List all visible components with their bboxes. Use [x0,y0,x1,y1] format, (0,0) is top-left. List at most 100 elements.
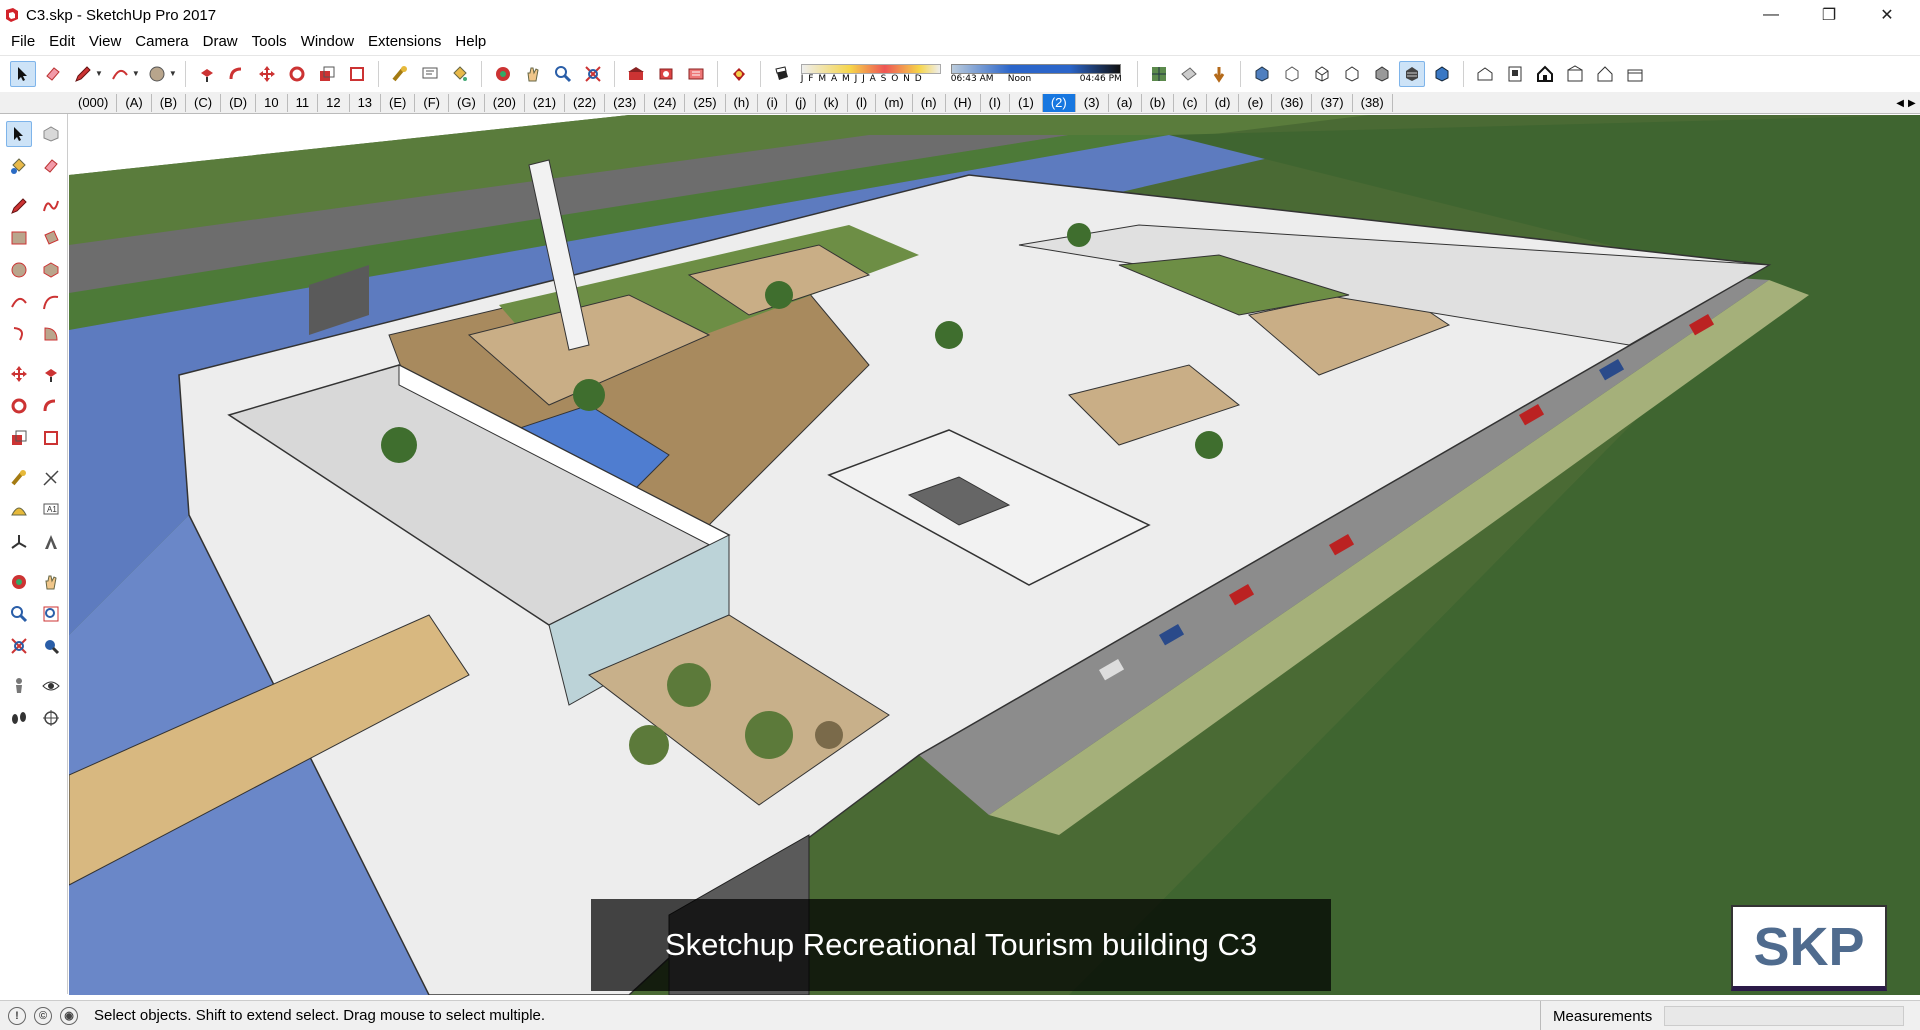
scene-tab[interactable]: (c) [1174,93,1207,112]
credits-icon[interactable]: © [34,1006,52,1025]
back-edges-button[interactable] [1279,61,1305,87]
scene-tab[interactable]: 12 [318,93,350,112]
scene-tab[interactable]: (20) [485,93,525,112]
look-around-tool[interactable] [38,673,64,699]
scene-tab[interactable]: (000) [70,93,118,112]
follow-me-tool[interactable] [38,393,64,419]
arc-tool-button[interactable] [107,61,133,87]
sandbox-from-contours-button[interactable] [1146,61,1172,87]
make-component-tool[interactable] [38,121,64,147]
paint-bucket-tool-button[interactable] [447,61,473,87]
geo-location-icon[interactable]: ! [8,1006,26,1025]
pan-tool[interactable] [38,569,64,595]
paint-bucket-tool[interactable] [6,153,32,179]
text-tool-button[interactable] [417,61,443,87]
warehouse-button[interactable] [623,61,649,87]
arc-tool[interactable] [6,289,32,315]
iso-view-button[interactable] [1472,61,1498,87]
scene-tab[interactable]: 11 [288,93,319,112]
orbit-tool[interactable] [6,569,32,595]
location-button[interactable] [1206,61,1232,87]
offset-tool-button[interactable] [344,61,370,87]
dimension-tool[interactable] [38,465,64,491]
close-button[interactable]: ✕ [1858,0,1916,30]
user-account-icon[interactable]: ◉ [60,1006,78,1025]
dropdown-arrow-icon[interactable]: ▼ [169,69,177,78]
measurements-input[interactable] [1664,1006,1904,1026]
scene-tab[interactable]: (I) [981,93,1010,112]
scene-tab[interactable]: (k) [816,93,848,112]
zoom-extents-tool[interactable] [6,633,32,659]
scene-tab[interactable]: (37) [1312,93,1353,112]
share-model-button[interactable] [653,61,679,87]
scene-tab[interactable]: (C) [186,93,222,112]
scene-tab[interactable]: (e) [1239,93,1273,112]
scene-tab[interactable]: (25) [685,93,726,112]
three-point-arc-tool[interactable] [6,321,32,347]
select-tool[interactable] [6,121,32,147]
scene-tab[interactable]: (21) [525,93,566,112]
scene-tab[interactable]: (22) [565,93,606,112]
walk-tool[interactable] [6,705,32,731]
right-view-button[interactable] [1562,61,1588,87]
offset-tool[interactable] [38,425,64,451]
rotate-tool-button[interactable] [284,61,310,87]
scene-tab[interactable]: (d) [1207,93,1240,112]
push-pull-tool-button[interactable] [194,61,220,87]
menu-draw[interactable]: Draw [196,31,245,53]
display-shadows-button[interactable] [769,61,795,87]
hidden-line-button[interactable] [1339,61,1365,87]
zoom-tool[interactable] [6,601,32,627]
scene-tab[interactable]: (i) [758,93,787,112]
shadow-date-slider[interactable] [800,63,941,74]
front-view-button[interactable] [1532,61,1558,87]
3d-text-tool[interactable] [38,529,64,555]
pan-tool-button[interactable] [520,61,546,87]
scene-tab[interactable]: (A) [117,93,152,112]
menu-edit[interactable]: Edit [42,31,82,53]
shadow-time-slider[interactable] [950,63,1121,74]
menu-window[interactable]: Window [294,31,361,53]
freehand-tool[interactable] [38,193,64,219]
eraser-tool[interactable] [38,153,64,179]
move-tool-button[interactable] [254,61,280,87]
monochrome-button[interactable] [1429,61,1455,87]
scene-tab[interactable]: (F) [415,93,449,112]
tape-measure-tool[interactable] [6,465,32,491]
shaded-with-textures-button[interactable] [1398,60,1425,87]
rotate-tool[interactable] [6,393,32,419]
text-tool[interactable]: A1 [38,497,64,523]
position-camera-tool[interactable] [6,673,32,699]
minimize-button[interactable]: — [1742,0,1800,30]
scene-tab[interactable]: (m) [876,93,913,112]
zoom-tool-button[interactable] [550,61,576,87]
left-view-button[interactable] [1622,61,1648,87]
scene-tab[interactable]: (3) [1076,93,1109,112]
scene-tab[interactable]: (38) [1353,93,1393,112]
top-view-button[interactable] [1502,61,1528,87]
scene-tab[interactable]: (1) [1010,93,1043,112]
follow-me-tool-button[interactable] [224,61,250,87]
move-tool[interactable] [6,361,32,387]
line-tool[interactable] [6,193,32,219]
scene-tab[interactable]: (G) [449,93,485,112]
zoom-extents-button[interactable] [580,61,606,87]
protractor-tool[interactable] [6,497,32,523]
scene-tab[interactable]: (h) [726,93,759,112]
scene-tab-active[interactable]: (2) [1042,93,1076,112]
tape-measure-tool-button[interactable] [387,61,413,87]
scene-tab[interactable]: (24) [645,93,686,112]
rectangle-tool[interactable] [6,225,32,251]
scene-tab[interactable]: 13 [350,93,382,112]
line-tool-button[interactable] [70,61,96,87]
scale-tool[interactable] [6,425,32,451]
dropdown-arrow-icon[interactable]: ▼ [95,69,103,78]
section-plane-tool[interactable] [38,705,64,731]
previous-view-tool[interactable] [38,633,64,659]
scene-tabs-scroll[interactable]: ◀ ▶ [1892,92,1920,113]
menu-extensions[interactable]: Extensions [361,31,448,53]
extension-warehouse-button[interactable] [726,61,752,87]
zoom-window-tool[interactable] [38,601,64,627]
wireframe-button[interactable] [1309,61,1335,87]
share-component-button[interactable] [683,61,709,87]
